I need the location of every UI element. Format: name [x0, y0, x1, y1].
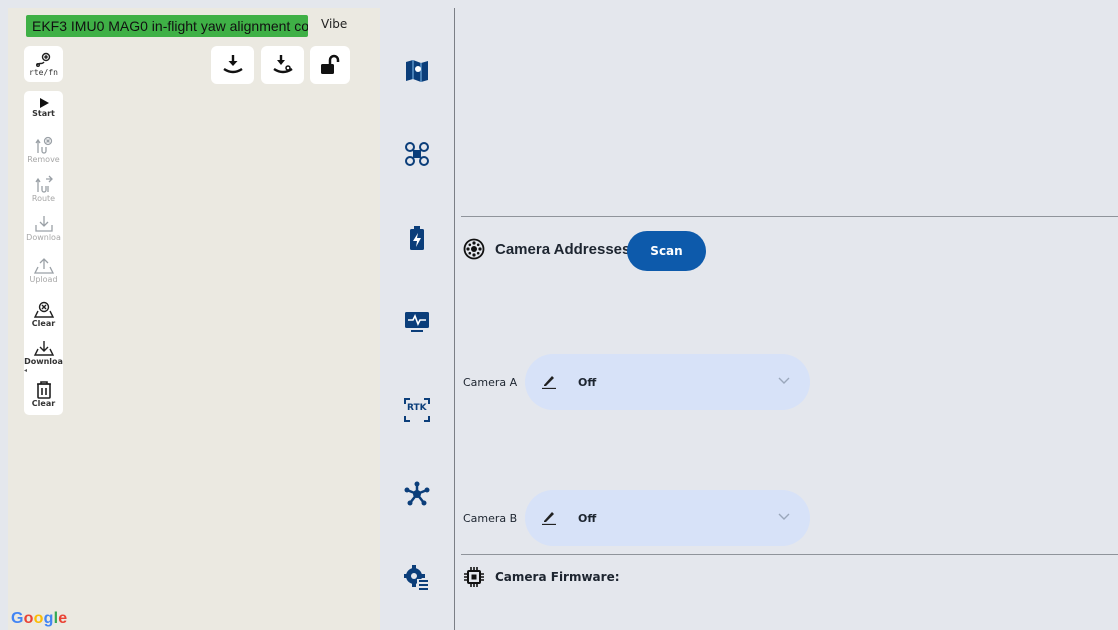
upload-tool-label: Upload — [29, 275, 58, 284]
chevron-down-icon — [778, 513, 790, 520]
scan-button[interactable]: Scan — [627, 231, 706, 271]
clear-mission-icon — [33, 301, 54, 318]
monitor-icon — [405, 312, 429, 332]
unlock-button[interactable] — [310, 46, 350, 84]
camera-a-select[interactable]: Off — [525, 354, 810, 410]
google-logo: Google — [11, 610, 68, 627]
mission-toolbar: Start Remove Route Downloa Upload Clear — [24, 91, 63, 415]
panel-divider — [454, 8, 455, 630]
download-mission-icon — [33, 341, 54, 356]
caret-left-icon[interactable]: ◂ — [24, 367, 27, 374]
nav-network[interactable] — [403, 480, 431, 508]
drone-icon — [405, 142, 429, 166]
map-view[interactable] — [8, 8, 380, 630]
nav-rtk[interactable]: RTK — [403, 396, 431, 424]
camera-b-select[interactable]: Off — [525, 490, 810, 546]
settings-list-icon — [404, 565, 429, 590]
start-tool-label: Start — [32, 109, 55, 118]
download-tool-label: Downloa — [26, 233, 61, 242]
pencil-icon — [542, 376, 556, 389]
camera-b-value: Off — [578, 512, 597, 525]
camera-firmware-title: Camera Firmware: — [495, 570, 620, 584]
battery-icon — [410, 226, 424, 250]
return-home-icon — [272, 55, 293, 74]
clear-tool[interactable]: Clear — [24, 301, 63, 328]
download-mission-tool[interactable]: Downloa — [24, 339, 63, 366]
network-icon — [404, 481, 430, 506]
camera-a-label: Camera A — [463, 376, 518, 389]
route-function-button[interactable]: rte/fn — [24, 46, 63, 82]
remove-tool-label: Remove — [27, 155, 60, 164]
nav-monitor[interactable] — [403, 308, 431, 336]
nav-map[interactable] — [403, 57, 431, 85]
status-message: EKF3 IMU0 MAG0 in-flight yaw alignment c… — [26, 15, 308, 37]
camera-network-icon — [463, 238, 485, 260]
remove-tool[interactable]: Remove — [24, 135, 63, 164]
upload-tool[interactable]: Upload — [24, 257, 63, 284]
start-tool[interactable]: Start — [24, 97, 63, 118]
camera-a-value: Off — [578, 376, 597, 389]
pencil-icon — [542, 512, 556, 525]
divider-top — [461, 216, 1118, 217]
trash-tool-label: Clear — [31, 399, 56, 408]
play-icon — [39, 98, 49, 108]
route-pin-icon — [35, 52, 50, 67]
unlock-icon — [321, 54, 340, 74]
download-mission-label: Downloa — [24, 357, 63, 366]
route-icon — [34, 175, 53, 193]
rtk-label: RTK — [407, 403, 427, 413]
route-tool-label: Route — [31, 194, 56, 203]
trash-icon — [36, 381, 51, 399]
camera-b-label: Camera B — [463, 512, 518, 525]
upload-icon — [33, 258, 54, 274]
land-button[interactable] — [211, 46, 254, 84]
vibe-label[interactable]: Vibe — [321, 17, 347, 31]
download-tool[interactable]: Downloa — [24, 215, 63, 242]
route-function-label: rte/fn — [29, 67, 58, 77]
nav-drone[interactable] — [403, 140, 431, 168]
nav-battery[interactable] — [403, 224, 431, 252]
clear-tool-label: Clear — [31, 319, 56, 328]
return-home-button[interactable] — [261, 46, 304, 84]
divider-bottom — [461, 554, 1118, 555]
land-icon — [222, 55, 243, 74]
camera-addresses-title: Camera Addresses — [495, 241, 631, 258]
route-tool[interactable]: Route — [24, 174, 63, 203]
nav-settings[interactable] — [403, 564, 431, 592]
download-icon — [34, 216, 53, 232]
chevron-down-icon — [778, 377, 790, 384]
map-icon — [406, 60, 428, 82]
remove-waypoint-icon — [34, 136, 52, 154]
chip-icon — [464, 567, 484, 587]
trash-tool[interactable]: Clear — [24, 381, 63, 408]
